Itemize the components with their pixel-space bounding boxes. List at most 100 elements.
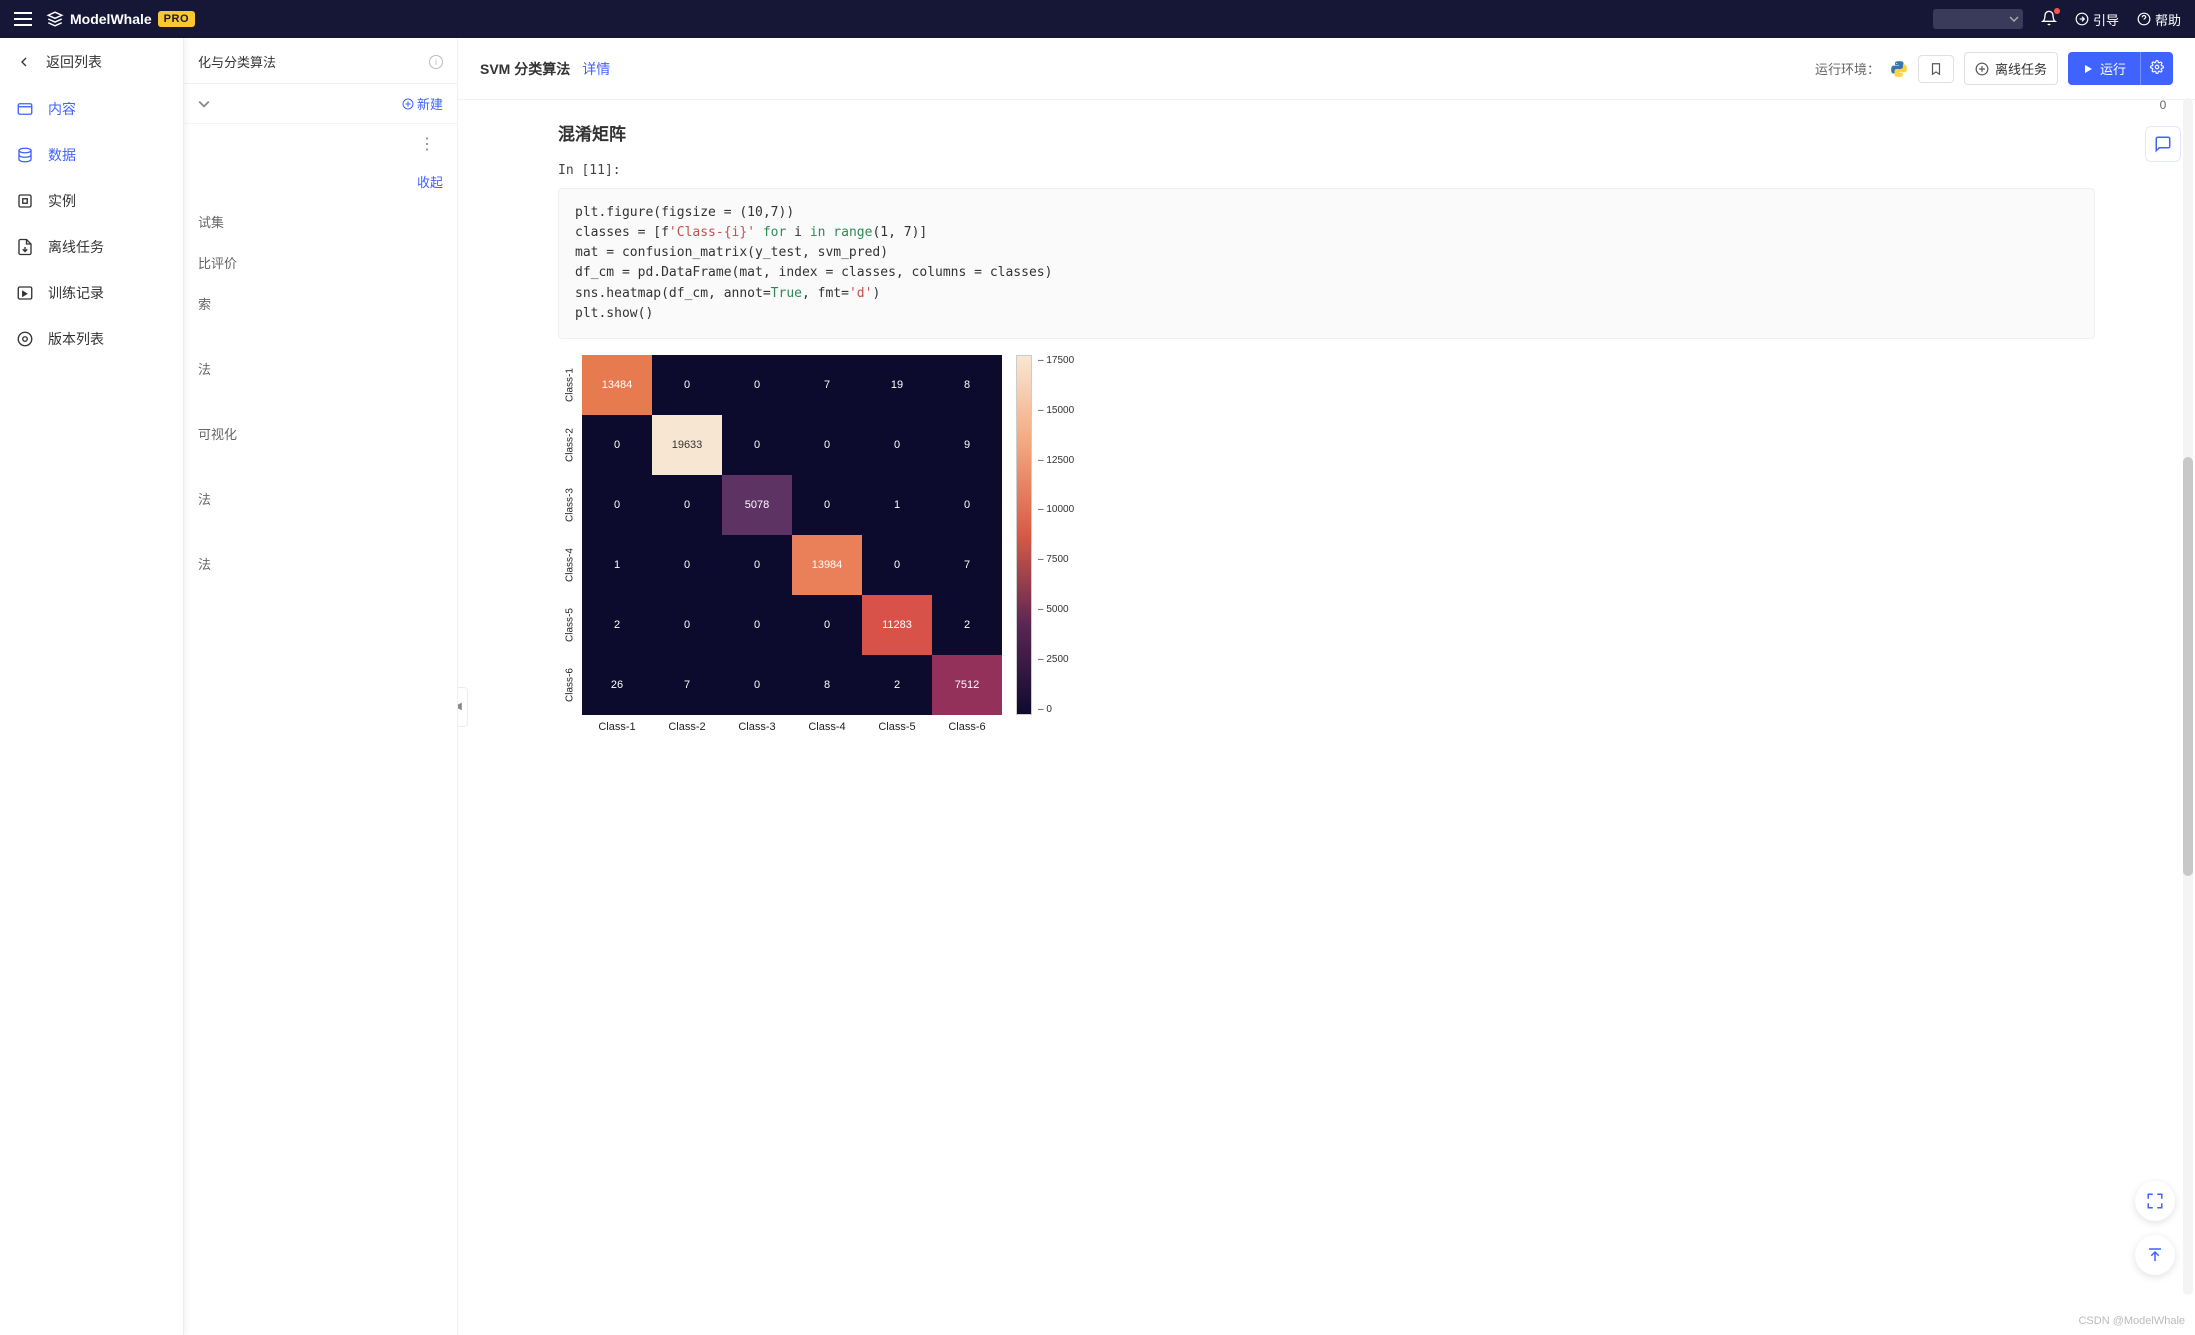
heatmap-cell: 26 xyxy=(582,655,652,715)
outline-item[interactable]: 比评价 xyxy=(184,244,457,281)
offline-task-button[interactable]: 离线任务 xyxy=(1964,52,2058,85)
heatmap-cell: 7 xyxy=(652,655,722,715)
heatmap-cell: 5078 xyxy=(722,475,792,535)
drawer-item-4[interactable]: 训练记录 xyxy=(0,270,183,316)
heatmap-cell: 0 xyxy=(862,535,932,595)
heatmap-cell: 1 xyxy=(862,475,932,535)
notifications-icon[interactable] xyxy=(2041,10,2057,29)
heatmap-ylabel: Class-6 xyxy=(558,655,582,715)
heatmap-cell: 8 xyxy=(932,355,1002,415)
help-link[interactable]: 帮助 xyxy=(2137,10,2181,29)
heatmap-cell: 0 xyxy=(862,415,932,475)
menu-icon[interactable] xyxy=(14,12,32,26)
outline-title: 化与分类算法 xyxy=(198,52,423,71)
heatmap-cell: 1 xyxy=(582,535,652,595)
outline-item[interactable]: 法 xyxy=(184,350,457,387)
run-button[interactable]: 运行 xyxy=(2068,52,2140,85)
brand-logo[interactable]: ModelWhale PRO xyxy=(46,10,195,28)
drawer-item-1[interactable]: 数据 xyxy=(0,132,183,178)
watermark: CSDN @ModelWhale xyxy=(2078,1315,2185,1327)
heatmap-cell: 7 xyxy=(792,355,862,415)
section-heading: 混淆矩阵 xyxy=(558,120,2095,145)
info-icon[interactable]: i xyxy=(429,55,443,69)
more-icon[interactable]: ⋮ xyxy=(411,134,443,154)
heatmap-cell: 0 xyxy=(722,415,792,475)
back-to-list[interactable]: 返回列表 xyxy=(0,38,183,86)
scrollbar-thumb[interactable] xyxy=(2183,457,2193,876)
notebook-body[interactable]: 混淆矩阵 In [11]: plt.figure(figsize = (10,7… xyxy=(458,100,2195,1335)
chevron-down-icon[interactable] xyxy=(198,98,210,110)
heatmap-ylabel: Class-3 xyxy=(558,475,582,535)
fullscreen-button[interactable] xyxy=(2135,1181,2175,1221)
outline-active-row[interactable]: ⋮ xyxy=(184,124,457,164)
comment-count: 0 xyxy=(2160,98,2167,112)
runtime-env-label: 运行环境： xyxy=(1815,59,1880,78)
heatmap-cell: 0 xyxy=(652,535,722,595)
cell-in-label: In [11]: xyxy=(558,163,2095,178)
run-settings-button[interactable] xyxy=(2140,52,2173,85)
colorbar-tick: – 17500 xyxy=(1038,355,1074,366)
outline-item[interactable]: 法 xyxy=(184,545,457,582)
heatmap-cell: 0 xyxy=(932,475,1002,535)
heatmap-xlabel: Class-6 xyxy=(932,715,1002,733)
drawer-item-3[interactable]: 离线任务 xyxy=(0,224,183,270)
pro-badge: PRO xyxy=(158,11,195,27)
heatmap-cell: 0 xyxy=(722,595,792,655)
drawer-item-0[interactable]: 内容 xyxy=(0,86,183,132)
heatmap-cell: 0 xyxy=(722,355,792,415)
heatmap-ylabel: Class-2 xyxy=(558,415,582,475)
code-cell[interactable]: plt.figure(figsize = (10,7)) classes = [… xyxy=(558,188,2095,339)
heatmap-cell: 0 xyxy=(652,475,722,535)
heatmap-cell: 2 xyxy=(862,655,932,715)
user-menu[interactable] xyxy=(1933,9,2023,29)
python-icon xyxy=(1890,60,1908,78)
heatmap-cell: 2 xyxy=(932,595,1002,655)
heatmap-xlabel: Class-5 xyxy=(862,715,932,733)
notification-dot xyxy=(2054,8,2060,14)
heatmap-cell: 13984 xyxy=(792,535,862,595)
heatmap-cell: 0 xyxy=(582,415,652,475)
outline-panel: 化与分类算法 i 新建 ⋮ 收起 试集比评价索法可视化法法 xyxy=(184,38,458,1335)
colorbar-tick: – 7500 xyxy=(1038,554,1074,565)
drawer-item-5[interactable]: 版本列表 xyxy=(0,316,183,362)
heatmap-cell: 0 xyxy=(792,595,862,655)
heatmap-cell: 7 xyxy=(932,535,1002,595)
drawer-item-2[interactable]: 实例 xyxy=(0,178,183,224)
heatmap-cell: 0 xyxy=(652,595,722,655)
heatmap-ylabel: Class-5 xyxy=(558,595,582,655)
guide-link[interactable]: 引导 xyxy=(2075,10,2119,29)
heatmap-ylabel: Class-4 xyxy=(558,535,582,595)
outline-item[interactable]: 索 xyxy=(184,285,457,322)
colorbar-tick: – 5000 xyxy=(1038,604,1074,615)
heatmap-cell: 8 xyxy=(792,655,862,715)
heatmap-xlabel: Class-4 xyxy=(792,715,862,733)
heatmap-cell: 7512 xyxy=(932,655,1002,715)
collapse-outline-icon[interactable]: ◀ xyxy=(458,687,468,727)
outline-item[interactable]: 试集 xyxy=(184,203,457,240)
heatmap-xlabel: Class-3 xyxy=(722,715,792,733)
collapse-link[interactable]: 收起 xyxy=(184,164,457,199)
confusion-matrix-heatmap: Class-113484007198Class-20196330009Class… xyxy=(558,355,1002,733)
brand-name: ModelWhale xyxy=(70,11,152,27)
bookmark-button[interactable] xyxy=(1918,55,1954,83)
detail-link[interactable]: 详情 xyxy=(582,59,610,79)
heatmap-cell: 19633 xyxy=(652,415,722,475)
comment-button[interactable] xyxy=(2145,126,2181,162)
nav-drawer: 返回列表 内容数据实例离线任务训练记录版本列表 xyxy=(0,38,184,1335)
scrollbar-track[interactable] xyxy=(2183,98,2193,1295)
heatmap-xlabel: Class-2 xyxy=(652,715,722,733)
outline-item[interactable]: 法 xyxy=(184,480,457,517)
heatmap-xlabel: Class-1 xyxy=(582,715,652,733)
heatmap-cell: 0 xyxy=(792,475,862,535)
heatmap-cell: 0 xyxy=(792,415,862,475)
heatmap-ylabel: Class-1 xyxy=(558,355,582,415)
topbar: ModelWhale PRO 引导 帮助 xyxy=(0,0,2195,38)
new-button[interactable]: 新建 xyxy=(402,94,443,113)
heatmap-cell: 19 xyxy=(862,355,932,415)
heatmap-cell: 9 xyxy=(932,415,1002,475)
heatmap-cell: 13484 xyxy=(582,355,652,415)
outline-item[interactable]: 可视化 xyxy=(184,415,457,452)
scroll-top-button[interactable] xyxy=(2135,1235,2175,1275)
heatmap-cell: 0 xyxy=(582,475,652,535)
colorbar-tick: – 2500 xyxy=(1038,654,1074,665)
